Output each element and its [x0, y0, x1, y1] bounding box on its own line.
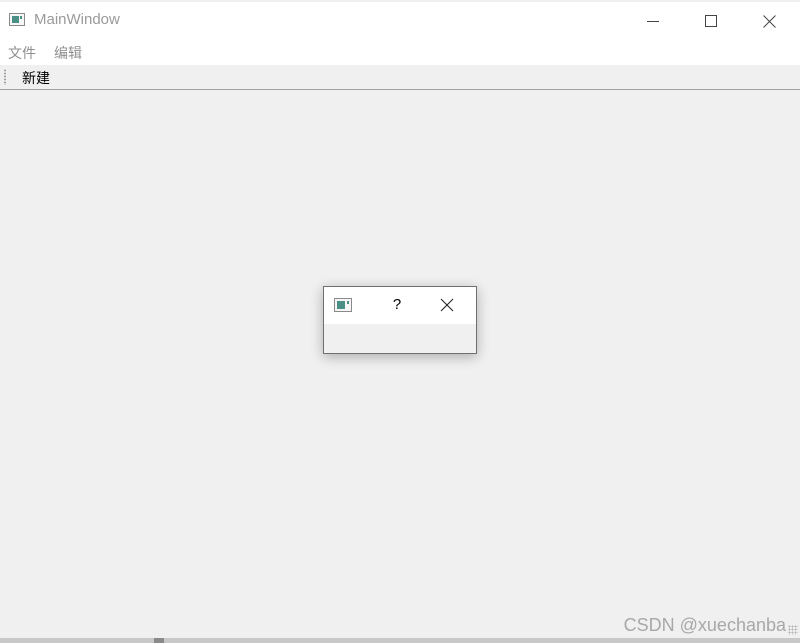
bottom-edge [0, 638, 800, 643]
new-action-button[interactable]: 新建 [22, 68, 50, 88]
tool-bar: 新建 [0, 66, 800, 90]
toolbar-drag-handle[interactable] [4, 69, 6, 85]
maximize-icon [705, 15, 717, 27]
menu-bar: 文件 编辑 [0, 38, 800, 65]
dialog-title-bar[interactable]: ? [324, 287, 476, 324]
title-bar[interactable]: MainWindow [0, 2, 800, 38]
dialog-window: ? [323, 286, 477, 354]
resize-grip[interactable] [788, 625, 798, 635]
maximize-button[interactable] [682, 4, 740, 38]
minimize-icon [647, 21, 659, 22]
close-icon [440, 298, 454, 312]
dialog-close-button[interactable] [434, 293, 460, 317]
close-button[interactable] [740, 4, 798, 38]
help-button[interactable]: ? [384, 293, 410, 317]
watermark-text: CSDN @xuechanba [623, 615, 786, 635]
main-window: MainWindow 文件 编辑 新建 ? CSDN @xuechanba [0, 0, 800, 643]
close-icon [762, 14, 776, 28]
window-title: MainWindow [34, 11, 120, 28]
minimize-button[interactable] [624, 4, 682, 38]
menu-item-file[interactable]: 文件 [8, 43, 36, 63]
menu-item-edit[interactable]: 编辑 [54, 43, 82, 63]
window-app-icon [9, 13, 25, 26]
bottom-scroll-marker [154, 638, 164, 643]
dialog-app-icon [334, 298, 352, 312]
